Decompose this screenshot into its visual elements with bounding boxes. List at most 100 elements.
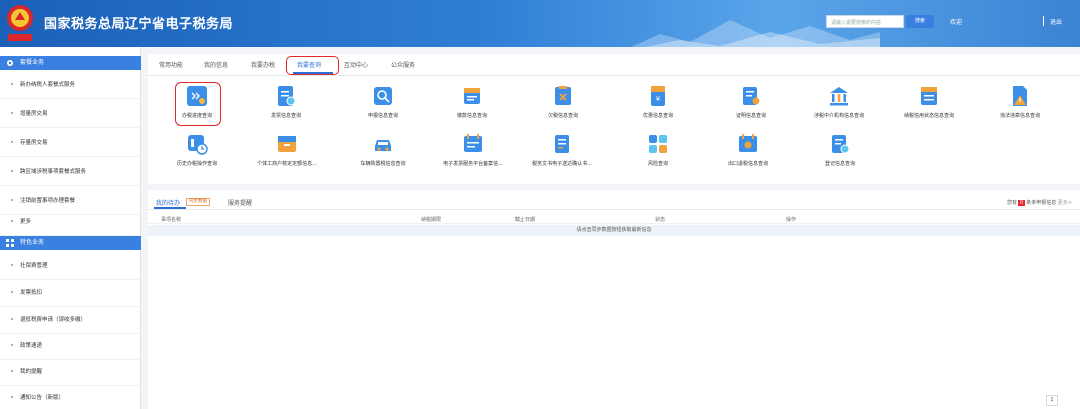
sidebar-item[interactable]: 增量房交易: [0, 99, 141, 128]
function-label: 出口退税信息查询: [727, 161, 768, 167]
function-label: 涉税中介机构信息查询: [813, 113, 864, 119]
history-operation-icon: [188, 135, 208, 155]
search-input[interactable]: 请输入需要搜索的内容: [826, 15, 904, 28]
function-tile[interactable]: ¥ 优惠信息查询: [608, 84, 708, 124]
sync-data-button[interactable]: 同步数据: [186, 198, 210, 206]
header-divider: [1043, 16, 1044, 26]
tab-common[interactable]: 常用功能: [159, 60, 183, 69]
tab-my-info[interactable]: 我的信息: [204, 60, 228, 69]
divider: [148, 209, 1080, 210]
column-header: 状态: [655, 217, 666, 223]
function-highlight-box: [175, 82, 221, 126]
function-label: 税务文书电子送达确认书...: [532, 161, 592, 167]
sidebar-item[interactable]: 社保费管理: [0, 251, 141, 280]
todo-panel: 我的待办 同步数据 服务提醒 您有 0 条未申报信息 更多> 事项名称 纳税期限 截…: [148, 190, 1080, 409]
function-tile[interactable]: 车辆购置税信息查询: [333, 132, 433, 172]
function-label: 优惠信息查询: [642, 113, 673, 119]
sidebar-item-more[interactable]: 更多: [0, 207, 141, 236]
tab-my-todo[interactable]: 我的待办: [156, 198, 180, 207]
declaration-query-icon: [374, 87, 392, 105]
sidebar-section-label: 套餐业务: [20, 59, 45, 66]
function-label: 缴款信息查询: [456, 113, 487, 119]
unreported-notice: 您有 0 条未申报信息 更多>: [1007, 199, 1072, 206]
grid-icon: [6, 239, 14, 247]
svg-text:¥: ¥: [656, 95, 661, 103]
sidebar-item[interactable]: 退抵税费申请（误收多缴）: [0, 305, 141, 334]
column-header: 截止日期: [515, 217, 536, 223]
function-label: 申报信息查询: [367, 113, 398, 119]
more-link[interactable]: 更多>: [1058, 200, 1072, 206]
search-button[interactable]: 搜索: [906, 15, 934, 28]
function-tile[interactable]: 缴款信息查询: [422, 84, 522, 124]
function-label: 欠税信息查询: [547, 113, 578, 119]
sidebar-item[interactable]: 我的提醒: [0, 357, 141, 386]
sidebar: 套餐业务 新办纳税人套餐式服务 增量房交易 存量房交易 跨区域涉税事项套餐式服务…: [0, 47, 141, 409]
site-title: 国家税务总局辽宁省电子税务局: [44, 17, 234, 32]
empty-state-message: 请点击同步数据按钮获取最新信息: [148, 225, 1080, 236]
column-header: 纳税期限: [421, 217, 442, 223]
e-delivery-confirm-icon: [555, 135, 569, 153]
notice-suffix: 条未申报信息: [1026, 200, 1057, 206]
column-header: 事项名称: [161, 217, 182, 223]
function-tile[interactable]: 违法违章信息查询: [970, 84, 1070, 124]
sidebar-item[interactable]: 政策速递: [0, 331, 141, 360]
function-tile[interactable]: 证明信息查询: [701, 84, 801, 124]
function-tile[interactable]: 欠税信息查询: [513, 84, 613, 124]
function-label: 个体工商户核定定额信息...: [257, 161, 317, 167]
function-tile[interactable]: 出口退税信息查询: [698, 132, 798, 172]
function-tile[interactable]: 发票信息查询: [236, 84, 336, 124]
tab-interaction[interactable]: 互动中心: [344, 60, 368, 69]
sidebar-section-special[interactable]: 特色业务: [0, 236, 141, 250]
tab-public-service[interactable]: 公众服务: [391, 60, 415, 69]
function-tile[interactable]: 申报信息查询: [333, 84, 433, 124]
welcome-text: 欢迎: [950, 19, 963, 26]
function-label: 历史办税操作查询: [176, 161, 217, 167]
violation-query-icon: [1013, 86, 1027, 106]
function-tile[interactable]: 登记信息查询: [790, 132, 890, 172]
logout-link[interactable]: 退出: [1050, 17, 1062, 26]
table-header: 事项名称 纳税期限 截止日期 状态 操作: [148, 212, 1080, 224]
vehicle-tax-query-icon: [375, 140, 391, 151]
tax-emblem-logo: [7, 5, 33, 41]
column-header: 操作: [786, 217, 797, 223]
payment-query-icon: [464, 88, 480, 104]
sidebar-section-package[interactable]: 套餐业务: [0, 56, 141, 70]
sidebar-item[interactable]: 存量房交易: [0, 128, 141, 157]
function-label: 电子发票服务平台备案信...: [443, 161, 503, 167]
registration-query-icon: [832, 135, 850, 154]
tab-tax-handling[interactable]: 我要办税: [251, 60, 275, 69]
tax-arrears-query-icon: [555, 86, 571, 105]
e-invoice-filing-icon: [464, 134, 482, 152]
function-panel: 办税进度查询 发票信息查询 申报信息查询 缴款信息查询 欠税信息查询 ¥ 优惠信息…: [148, 76, 1080, 184]
risk-query-icon: [649, 135, 667, 153]
function-tile[interactable]: 历史办税操作查询: [147, 132, 247, 172]
sidebar-item[interactable]: 发票抵扣: [0, 278, 141, 307]
function-label: 证明信息查询: [735, 113, 766, 119]
function-label: 登记信息查询: [824, 161, 855, 167]
menu-circle-icon: [7, 60, 13, 66]
tab-service-reminder[interactable]: 服务提醒: [228, 198, 252, 207]
function-label: 发票信息查询: [270, 113, 301, 119]
function-label: 纳税信用状态信息查询: [903, 113, 954, 119]
sidebar-item[interactable]: 跨区域涉税事项套餐式服务: [0, 157, 141, 186]
export-rebate-query-icon: [739, 134, 757, 152]
invoice-query-icon: [278, 86, 296, 106]
certificate-query-icon: [743, 87, 760, 105]
function-tile[interactable]: 涉税中介机构信息查询: [789, 84, 889, 124]
function-tile[interactable]: 纳税信用状态信息查询: [879, 84, 979, 124]
credit-status-query-icon: [921, 87, 937, 105]
function-tile[interactable]: 电子发票服务平台备案信...: [423, 132, 523, 172]
function-tile[interactable]: 风险查询: [608, 132, 708, 172]
function-tile[interactable]: 个体工商户核定定额信息...: [237, 132, 337, 172]
sidebar-section-label: 特色业务: [20, 239, 45, 246]
pagination-current[interactable]: 1: [1046, 395, 1058, 406]
sidebar-item[interactable]: 新办纳税人套餐式服务: [0, 70, 141, 99]
tab-highlight-box: [286, 56, 339, 75]
unreported-count-badge: 0: [1018, 200, 1026, 206]
intermediary-query-icon: [830, 87, 848, 106]
function-tile[interactable]: 税务文书电子送达确认书...: [512, 132, 612, 172]
top-header: 国家税务总局辽宁省电子税务局 请输入需要搜索的内容 搜索 欢迎 退出: [0, 0, 1080, 47]
function-label: 车辆购置税信息查询: [360, 161, 406, 167]
sidebar-item[interactable]: 通知公告（新版）: [0, 383, 141, 409]
notice-prefix: 您有: [1006, 200, 1017, 206]
